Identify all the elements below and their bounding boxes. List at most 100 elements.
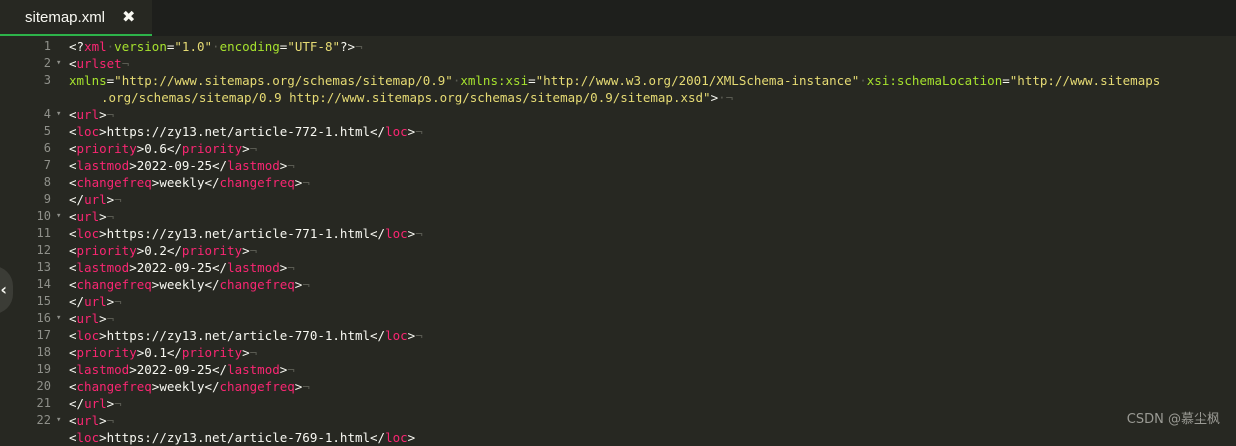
line-number: 19 [36, 362, 51, 376]
whitespace-marker: ¬ [287, 362, 295, 377]
fold-arrow-icon[interactable]: ▾ [56, 106, 61, 123]
code-token: loc [76, 226, 100, 241]
code-token: > [99, 209, 107, 224]
tab-title: sitemap.xml [25, 9, 106, 26]
code-token: >https://zy13.net/article-770-1.html</ [99, 328, 386, 343]
whitespace-marker: ¬ [106, 107, 115, 122]
code-token: encoding [219, 39, 280, 54]
code-line[interactable]: 9 </url>¬ [0, 191, 1236, 208]
code-token: url [84, 294, 107, 309]
code-token: < [69, 379, 77, 394]
code-token: changefreq [219, 277, 295, 292]
code-text: <url>¬ [69, 106, 114, 123]
code-line[interactable]: 6 <priority>0.6</priority>¬ [0, 140, 1236, 157]
code-line[interactable]: 8 <changefreq>weekly</changefreq>¬ [0, 174, 1236, 191]
fold-arrow-icon[interactable]: ▾ [56, 208, 61, 225]
code-line[interactable]: <loc>https://zy13.net/article-769-1.html… [0, 429, 1236, 446]
code-token: "http://www.sitemaps.org/schemas/sitemap… [114, 73, 453, 88]
code-token: changefreq [76, 277, 152, 292]
code-line[interactable]: 4 ▾ <url>¬ [0, 106, 1236, 123]
code-token: > [242, 141, 250, 156]
fold-arrow-icon[interactable]: ▾ [56, 55, 61, 72]
code-line[interactable]: 1 <?xml·version="1.0"·encoding="UTF-8"?>¬ [0, 38, 1236, 55]
watermark: CSDN @慕尘枫 [1126, 412, 1220, 427]
line-number: 12 [36, 243, 51, 257]
code-token: lastmod [227, 362, 280, 377]
code-token: >https://zy13.net/article-772-1.html</ [99, 124, 386, 139]
code-text: </url>¬ [69, 191, 122, 208]
code-token: url [76, 413, 100, 428]
code-line[interactable]: 15 </url>¬ [0, 293, 1236, 310]
tab-sitemap-xml[interactable]: sitemap.xml ✖ [0, 0, 152, 36]
code-text: <url>¬ [69, 412, 114, 429]
code-token: > [99, 413, 107, 428]
whitespace-marker: ¬ [106, 413, 115, 428]
code-token: priority [181, 345, 243, 360]
code-token: < [69, 277, 77, 292]
code-line[interactable]: 5 <loc>https://zy13.net/article-772-1.htm… [0, 123, 1236, 140]
code-line[interactable]: 11 <loc>https://zy13.net/article-771-1.ht… [0, 225, 1236, 242]
code-text: <priority>0.2</priority>¬ [69, 242, 257, 259]
whitespace-marker: · [212, 39, 220, 54]
code-token: "UTF-8" [287, 39, 340, 54]
code-token: = [1002, 73, 1010, 88]
code-line[interactable]: 18 <priority>0.1</priority>¬ [0, 344, 1236, 361]
code-token: >0.1</ [136, 345, 182, 360]
code-token: >2022-09-25</ [129, 362, 228, 377]
code-token: >2022-09-25</ [129, 260, 228, 275]
code-text: <priority>0.6</priority>¬ [69, 140, 257, 157]
code-token: < [69, 430, 77, 445]
code-token: priority [181, 141, 243, 156]
code-token: lastmod [76, 362, 130, 377]
line-number: 9 [43, 192, 51, 206]
code-token: changefreq [76, 175, 152, 190]
whitespace-marker: ¬ [415, 328, 423, 343]
code-token: lastmod [76, 260, 130, 275]
code-line[interactable]: 2 ▾ <urlset¬ [0, 55, 1236, 72]
code-line[interactable]: .org/schemas/sitemap/0.9 http://www.site… [0, 89, 1236, 106]
code-line[interactable]: 17 <loc>https://zy13.net/article-770-1.ht… [0, 327, 1236, 344]
code-text: </url>¬ [69, 293, 122, 310]
code-line[interactable]: 19 <lastmod>2022-09-25</lastmod>¬ [0, 361, 1236, 378]
fold-arrow-icon[interactable]: ▾ [56, 310, 61, 327]
line-number: 10 [36, 209, 51, 223]
code-line[interactable]: 14 <changefreq>weekly</changefreq>¬ [0, 276, 1236, 293]
code-token: < [69, 362, 77, 377]
code-token: < [69, 158, 77, 173]
code-token: url [84, 396, 107, 411]
code-token: urlset [76, 56, 122, 71]
code-line[interactable]: 21 </url>¬ [0, 395, 1236, 412]
code-token: url [84, 192, 107, 207]
code-token: >2022-09-25</ [129, 158, 228, 173]
code-line[interactable]: 22 ▾ <url>¬ [0, 412, 1236, 429]
code-text: <?xml·version="1.0"·encoding="UTF-8"?>¬ [69, 38, 363, 55]
line-number: 6 [43, 141, 51, 155]
code-token: > [242, 243, 250, 258]
code-editor[interactable]: 1 <?xml·version="1.0"·encoding="UTF-8"?>¬… [0, 38, 1236, 445]
code-text: <changefreq>weekly</changefreq>¬ [69, 378, 310, 395]
code-line[interactable]: 13 <lastmod>2022-09-25</lastmod>¬ [0, 259, 1236, 276]
code-token: url [76, 311, 100, 326]
fold-arrow-icon[interactable]: ▾ [56, 412, 61, 429]
close-icon[interactable]: ✖ [122, 7, 135, 26]
whitespace-marker: ¬ [114, 192, 122, 207]
code-token: <? [69, 39, 85, 54]
code-token: >weekly</ [151, 175, 220, 190]
code-line[interactable]: 16 ▾ <url>¬ [0, 310, 1236, 327]
code-line[interactable]: 10 ▾ <url>¬ [0, 208, 1236, 225]
code-token: >0.6</ [136, 141, 182, 156]
whitespace-marker: ¬ [249, 345, 258, 360]
line-number: 21 [36, 396, 51, 410]
code-line[interactable]: 3 xmlns = "http://www.sitemaps.org/schemas/… [0, 72, 1236, 89]
line-number: 17 [36, 328, 51, 342]
code-line[interactable]: 20 <changefreq>weekly</changefreq>¬ [0, 378, 1236, 395]
code-line[interactable]: 7 <lastmod>2022-09-25</lastmod>¬ [0, 157, 1236, 174]
code-token: > [242, 345, 250, 360]
code-text: <loc>https://zy13.net/article-771-1.html… [69, 225, 423, 242]
code-token: priority [76, 243, 137, 258]
code-token: </ [69, 192, 85, 207]
code-token: < [69, 413, 77, 428]
code-token: < [69, 226, 77, 241]
code-line[interactable]: 12 <priority>0.2</priority>¬ [0, 242, 1236, 259]
line-number: 11 [36, 226, 51, 240]
